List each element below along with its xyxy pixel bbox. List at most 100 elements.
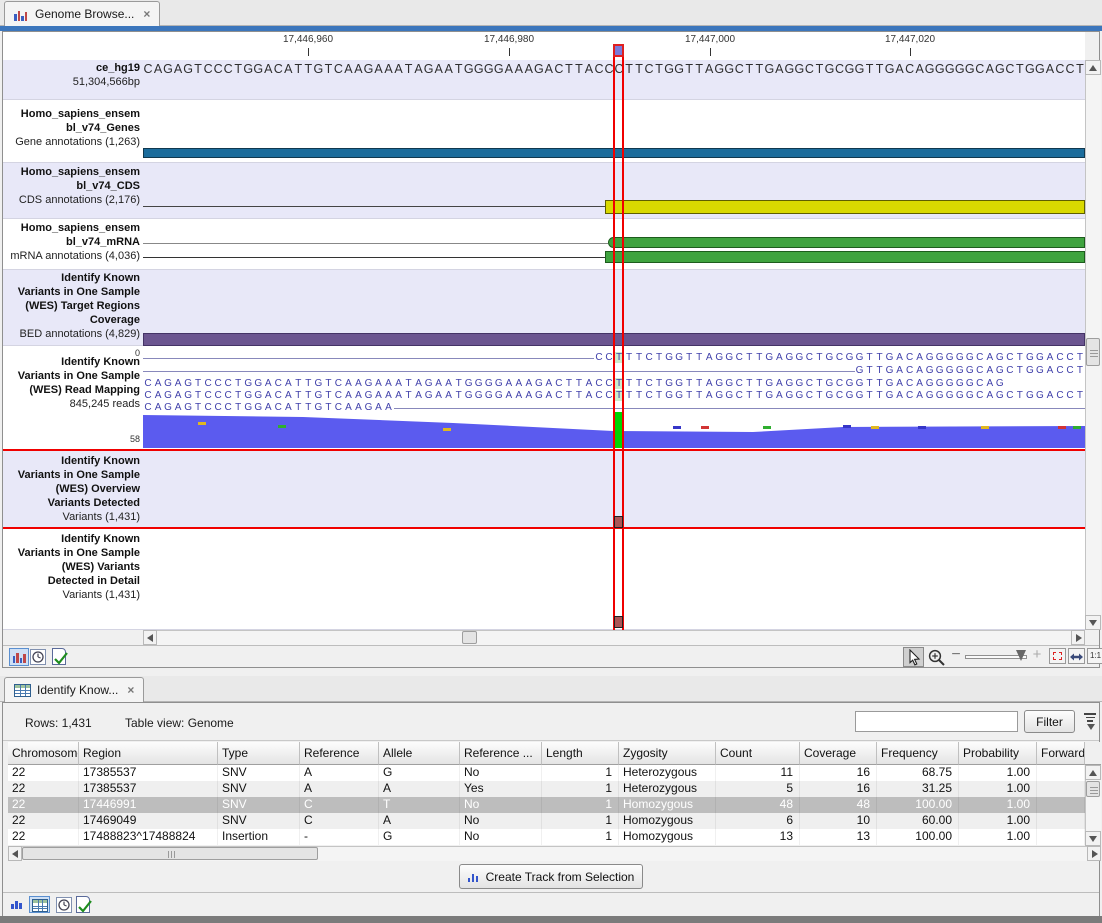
table-cell: 6: [716, 813, 800, 829]
column-header-region[interactable]: Region: [79, 742, 218, 765]
base-letter: A: [153, 390, 163, 401]
base-letter: A: [353, 402, 363, 413]
column-header-coverage[interactable]: Coverage: [800, 742, 877, 765]
column-header-count[interactable]: Count: [716, 742, 800, 765]
base-letter: G: [925, 352, 935, 363]
base-letter: A: [985, 378, 995, 389]
history-icon[interactable]: [56, 897, 72, 913]
base-letter: T: [1075, 390, 1085, 401]
base-letter: G: [965, 62, 975, 76]
base-letter: G: [855, 352, 865, 363]
base-letter: G: [494, 378, 504, 389]
base-letter: G: [1035, 352, 1045, 363]
base-letter: C: [1055, 352, 1065, 363]
base-letter: G: [714, 352, 724, 363]
base-letter: A: [173, 390, 183, 401]
base-letter: T: [624, 390, 634, 401]
column-header-probability[interactable]: Probability: [959, 742, 1037, 765]
base-letter: C: [143, 62, 153, 76]
base-letter: G: [714, 378, 724, 389]
table-view-icon[interactable]: [29, 896, 50, 913]
scroll-down-button[interactable]: [1085, 831, 1101, 846]
base-letter: A: [394, 390, 404, 401]
base-letter: G: [784, 390, 794, 401]
base-letter: T: [624, 62, 634, 76]
create-track-button[interactable]: Create Track from Selection: [459, 864, 643, 889]
variant-marker[interactable]: [614, 616, 623, 628]
base-letter: A: [895, 390, 905, 401]
base-letter: C: [273, 378, 283, 389]
base-letter: A: [353, 390, 363, 401]
base-letter: T: [323, 378, 333, 389]
base-letter: G: [484, 62, 494, 76]
variant-marker[interactable]: [614, 516, 623, 528]
scrollbar-thumb[interactable]: [22, 847, 318, 860]
mrna-annotation-bar[interactable]: [608, 237, 1085, 248]
base-letter: C: [834, 62, 844, 76]
column-header-length[interactable]: Length: [542, 742, 619, 765]
validate-icon[interactable]: [76, 896, 90, 913]
table-cell: A: [300, 781, 379, 797]
base-letter: G: [935, 352, 945, 363]
scrollbar-thumb[interactable]: [1086, 781, 1100, 797]
base-letter: A: [153, 402, 163, 413]
column-header-reference[interactable]: Reference: [300, 742, 379, 765]
cds-annotation-bar[interactable]: [605, 200, 1085, 214]
base-letter: G: [724, 62, 734, 76]
base-letter: C: [644, 62, 654, 76]
base-letter: T: [1015, 352, 1025, 363]
base-letter: G: [1025, 390, 1035, 401]
column-header-chromosome[interactable]: Chromosome: [8, 742, 79, 765]
scroll-up-button[interactable]: [1085, 765, 1101, 780]
base-letter: T: [744, 352, 754, 363]
base-letter: C: [1005, 365, 1015, 376]
mrna-annotation-bar[interactable]: [605, 251, 1085, 263]
scroll-left-button[interactable]: [8, 846, 22, 861]
base-letter: A: [414, 378, 424, 389]
table-cell: A: [300, 765, 379, 781]
scroll-arrow-left-icon: [12, 850, 18, 858]
base-letter: T: [303, 390, 313, 401]
column-header-type[interactable]: Type: [218, 742, 300, 765]
selection-position-marker[interactable]: [613, 44, 624, 57]
column-header-reference-[interactable]: Reference ...: [460, 742, 542, 765]
column-header-forward-[interactable]: Forward ...: [1037, 742, 1085, 765]
base-letter: T: [293, 378, 303, 389]
table-cell: No: [460, 797, 542, 813]
base-letter: T: [634, 352, 644, 363]
table-cell: A: [379, 813, 460, 829]
column-header-allele[interactable]: Allele: [379, 742, 460, 765]
table-cell: 22: [8, 765, 79, 781]
table-cell: Yes: [460, 781, 542, 797]
base-letter: A: [373, 390, 383, 401]
base-letter: G: [464, 378, 474, 389]
base-letter: C: [594, 378, 604, 389]
table-cell: 48: [800, 797, 877, 813]
table-cell: 31.25: [877, 781, 959, 797]
base-letter: T: [865, 352, 875, 363]
base-letter: C: [143, 378, 153, 389]
scroll-right-button[interactable]: [1087, 846, 1101, 861]
base-letter: T: [574, 378, 584, 389]
chart-view-icon[interactable]: [11, 899, 25, 911]
column-header-frequency[interactable]: Frequency: [877, 742, 959, 765]
column-header-zygosity[interactable]: Zygosity: [619, 742, 716, 765]
base-letter: G: [844, 390, 854, 401]
base-letter: G: [855, 390, 865, 401]
table-cell: SNV: [218, 781, 300, 797]
base-letter: G: [945, 365, 955, 376]
base-letter: A: [895, 352, 905, 363]
base-letter: T: [454, 378, 464, 389]
base-letter: T: [754, 378, 764, 389]
base-letter: T: [875, 390, 885, 401]
base-letter: C: [804, 352, 814, 363]
base-letter: G: [945, 352, 955, 363]
base-letter: C: [554, 62, 564, 76]
base-letter: G: [784, 352, 794, 363]
base-letter: A: [444, 378, 454, 389]
scrollbar-corner: [1085, 742, 1101, 765]
base-letter: G: [363, 390, 373, 401]
base-letter: G: [313, 402, 323, 413]
base-letter: A: [544, 378, 554, 389]
base-letter: G: [794, 390, 804, 401]
